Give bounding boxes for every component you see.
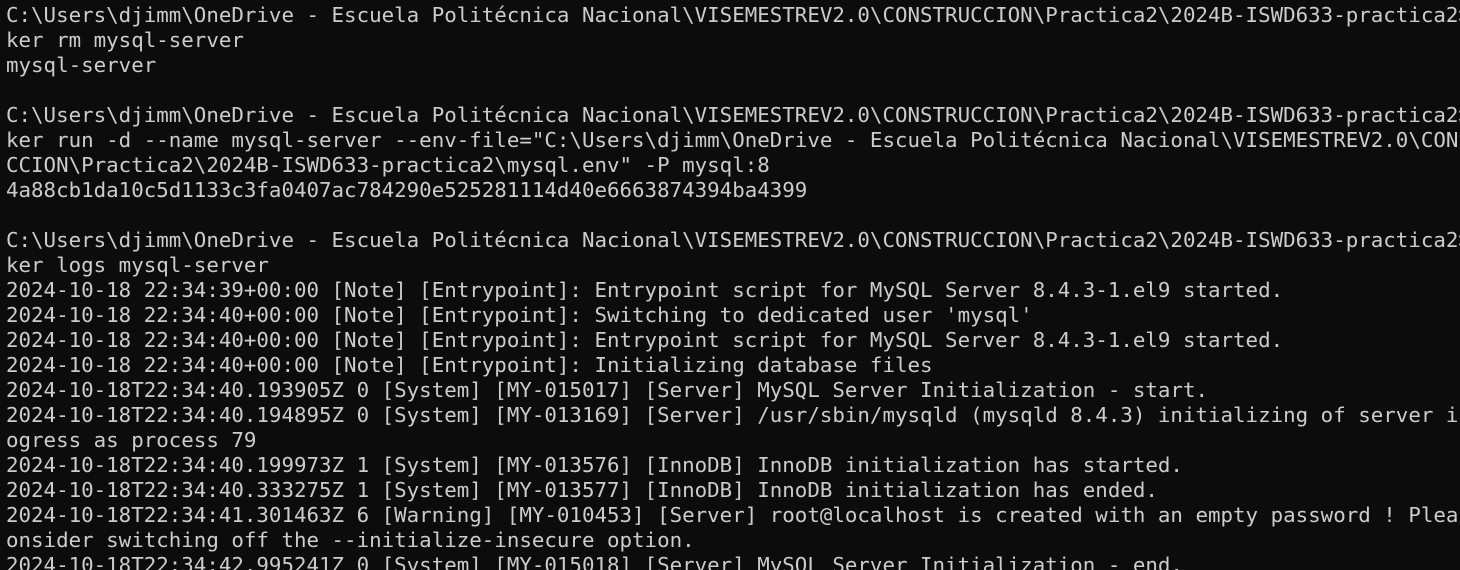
terminal-line: ker logs mysql-server — [6, 253, 269, 277]
terminal-line: 2024-10-18 22:34:40+00:00 [Note] [Entryp… — [6, 353, 933, 377]
terminal-line: 4a88cb1da10c5d1133c3fa0407ac784290e52528… — [6, 178, 808, 202]
terminal-line: CCION\Practica2\2024B-ISWD633-practica2\… — [6, 153, 770, 177]
terminal-line: ker run -d --name mysql-server --env-fil… — [6, 128, 1460, 152]
terminal-line: 2024-10-18T22:34:40.199973Z 1 [System] [… — [6, 453, 1183, 477]
terminal-line: 2024-10-18 22:34:40+00:00 [Note] [Entryp… — [6, 303, 1033, 327]
terminal-line: 2024-10-18T22:34:40.193905Z 0 [System] [… — [6, 378, 1208, 402]
terminal-line: C:\Users\djimm\OneDrive - Escuela Polité… — [6, 3, 1460, 27]
terminal-line: C:\Users\djimm\OneDrive - Escuela Polité… — [6, 103, 1460, 127]
terminal-line: ogress as process 79 — [6, 428, 257, 452]
terminal-output[interactable]: C:\Users\djimm\OneDrive - Escuela Polité… — [0, 0, 1460, 570]
terminal-line: 2024-10-18T22:34:42.995241Z 0 [System] [… — [6, 553, 1183, 570]
terminal-line: 2024-10-18T22:34:41.301463Z 6 [Warning] … — [6, 503, 1460, 527]
terminal-line: C:\Users\djimm\OneDrive - Escuela Polité… — [6, 228, 1460, 252]
terminal-line: 2024-10-18 22:34:40+00:00 [Note] [Entryp… — [6, 328, 1284, 352]
terminal-line: mysql-server — [6, 53, 157, 77]
terminal-line: 2024-10-18T22:34:40.333275Z 1 [System] [… — [6, 478, 1158, 502]
terminal-line: onsider switching off the --initialize-i… — [6, 528, 695, 552]
terminal-line: ker rm mysql-server — [6, 28, 244, 52]
terminal-line: 2024-10-18T22:34:40.194895Z 0 [System] [… — [6, 403, 1460, 427]
terminal-line: 2024-10-18 22:34:39+00:00 [Note] [Entryp… — [6, 278, 1284, 302]
